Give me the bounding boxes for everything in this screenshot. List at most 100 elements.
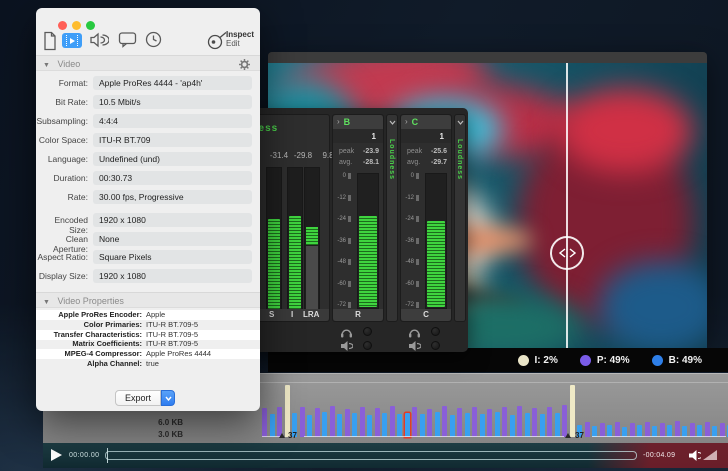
- headphone-monitor-dot[interactable]: [431, 327, 440, 336]
- video-properties-section-header[interactable]: ▼ Video Properties: [36, 292, 260, 308]
- i-frame-bar[interactable]: [570, 385, 575, 437]
- video-window-titlebar[interactable]: [268, 52, 707, 63]
- speaker-monitor-dot[interactable]: [363, 341, 372, 350]
- inspect-mode-icon[interactable]: [206, 31, 228, 50]
- chevron-left-icon: [559, 248, 566, 258]
- scale-tick-label: -36: [331, 238, 351, 244]
- field-row: Color Space:ITU-R BT.709: [36, 133, 260, 147]
- meter-track-lra: [304, 167, 320, 311]
- compare-slider-line[interactable]: [566, 63, 568, 348]
- field-value: Apple ProRes 4444 - 'ap4h': [93, 76, 252, 90]
- headphone-monitor-dot[interactable]: [363, 327, 372, 336]
- scale-tick-label: 0: [331, 173, 351, 179]
- scale-tick-label: -12: [399, 195, 419, 201]
- field-row: Clean Aperture:None: [36, 232, 260, 246]
- panel-c-side-label: Loudness: [456, 139, 463, 180]
- property-value: ITU-R BT.709-5: [146, 320, 198, 330]
- document-icon[interactable]: [42, 31, 58, 51]
- frame-bars[interactable]: [262, 381, 726, 437]
- speaker-icon[interactable]: [689, 449, 701, 462]
- panel-b-bottom-label: R: [333, 309, 383, 321]
- property-value: Apple ProRes 4444: [146, 349, 211, 359]
- mode-toggle[interactable]: Inspect Edit: [226, 30, 254, 48]
- legend-item-b-frames: B: 49%: [652, 355, 702, 366]
- panel-c-avg-row: avg.-29.7: [407, 159, 447, 166]
- property-value: ITU-R BT.709-5: [146, 339, 198, 349]
- gear-icon[interactable]: [239, 59, 250, 70]
- panel-b-meter-bar: [359, 216, 377, 307]
- p-frame-dot-icon: [580, 355, 591, 366]
- field-label: Language:: [36, 154, 88, 164]
- panel-c-header[interactable]: › C: [401, 115, 451, 129]
- loudness-meters-window: Loudness -31.4 -29.8 9.8 S I LRA › B 1 p…: [235, 108, 468, 352]
- compare-slider-handle[interactable]: [550, 236, 584, 270]
- scale-tick-label: -24: [399, 216, 419, 222]
- video-icon[interactable]: [62, 33, 82, 48]
- annotation-icon[interactable]: [118, 31, 137, 48]
- panel-c-meter-bar: [427, 221, 445, 307]
- field-label: Format:: [36, 78, 88, 88]
- panel-b-letter: B: [344, 117, 351, 127]
- field-label: Color Space:: [36, 135, 88, 145]
- panel-b-side-strip: Loudness: [386, 114, 398, 322]
- field-label: Rate:: [36, 192, 88, 202]
- video-properties-title: Video Properties: [57, 296, 123, 306]
- meter-track-i: [287, 167, 303, 311]
- audio-icon[interactable]: [89, 31, 109, 49]
- disclosure-icon: ›: [337, 118, 340, 126]
- chevron-down-icon: [165, 396, 172, 401]
- panel-b-channel: 1: [333, 129, 383, 143]
- panel-b-header[interactable]: › B: [333, 115, 383, 129]
- i-frame-bar[interactable]: [285, 385, 290, 437]
- field-row: Display Size:1920 x 1080: [36, 269, 260, 283]
- timeline-scrubber[interactable]: [105, 451, 637, 460]
- property-row: MPEG-4 Compressor:Apple ProRes 4444: [36, 349, 260, 359]
- video-section-header[interactable]: ▼ Video: [36, 55, 260, 71]
- mute-speaker-icon[interactable]: [408, 340, 421, 352]
- field-label: Duration:: [36, 173, 88, 183]
- field-label: Aspect Ratio:: [36, 252, 88, 262]
- remaining-time: -00:04.09: [643, 452, 675, 459]
- loudness-panel-c: › C 1 peak-25.6 avg.-29.7 0-12-24-36-48-…: [400, 114, 452, 322]
- field-row: Aspect Ratio:Square Pixels: [36, 250, 260, 264]
- field-value: 1920 x 1080: [93, 213, 252, 227]
- play-button[interactable]: [51, 449, 62, 461]
- playhead[interactable]: [107, 448, 108, 463]
- edit-mode-label[interactable]: Edit: [226, 39, 254, 48]
- field-value: None: [93, 232, 252, 246]
- field-value: 00:30.73: [93, 171, 252, 185]
- collapse-chevron-icon[interactable]: [457, 120, 464, 125]
- speaker-monitor-dot[interactable]: [431, 341, 440, 350]
- collapse-chevron-icon[interactable]: [389, 120, 396, 125]
- volume-slider[interactable]: [703, 450, 717, 460]
- inspect-mode-label[interactable]: Inspect: [226, 30, 254, 39]
- headphones-icon[interactable]: [408, 326, 421, 338]
- scale-tick-label: -48: [331, 259, 351, 265]
- i-frame-dot-icon: [518, 355, 529, 366]
- property-label: Alpha Channel:: [36, 359, 142, 369]
- disclosure-triangle-icon[interactable]: ▼: [43, 62, 50, 69]
- property-row: Transfer Characteristics:ITU-R BT.709-5: [36, 330, 260, 340]
- minimize-button[interactable]: [72, 21, 81, 30]
- property-label: Matrix Coefficients:: [36, 339, 142, 349]
- transport-bar: 00:00.00 -00:04.09: [43, 443, 728, 468]
- scale-tick-label: -36: [399, 238, 419, 244]
- loudness-panel-b: › B 1 peak-23.9 avg.-28.1 0-12-24-36-48-…: [332, 114, 384, 322]
- zoom-button[interactable]: [86, 21, 95, 30]
- i-frame-tick: [565, 433, 571, 438]
- panel-c-peak-row: peak-25.6: [407, 148, 447, 155]
- history-icon[interactable]: [145, 31, 162, 48]
- mute-speaker-icon[interactable]: [340, 340, 353, 352]
- field-label: Bit Rate:: [36, 97, 88, 107]
- current-time: 00:00.00: [69, 452, 99, 459]
- gop-size-label: 37: [288, 431, 297, 440]
- export-dropdown-button[interactable]: [161, 390, 175, 406]
- headphones-icon[interactable]: [340, 326, 353, 338]
- panel-c-scale: 0-12-24-36-48-60-72: [401, 173, 421, 309]
- export-button[interactable]: Export: [115, 390, 161, 406]
- panel-c-side-strip: Loudness: [454, 114, 466, 322]
- disclosure-triangle-icon[interactable]: ▼: [43, 299, 50, 306]
- close-button[interactable]: [58, 21, 67, 30]
- field-row: Duration: 00:30.73: [36, 171, 260, 185]
- legend-item-i-frames: I: 2%: [518, 355, 558, 366]
